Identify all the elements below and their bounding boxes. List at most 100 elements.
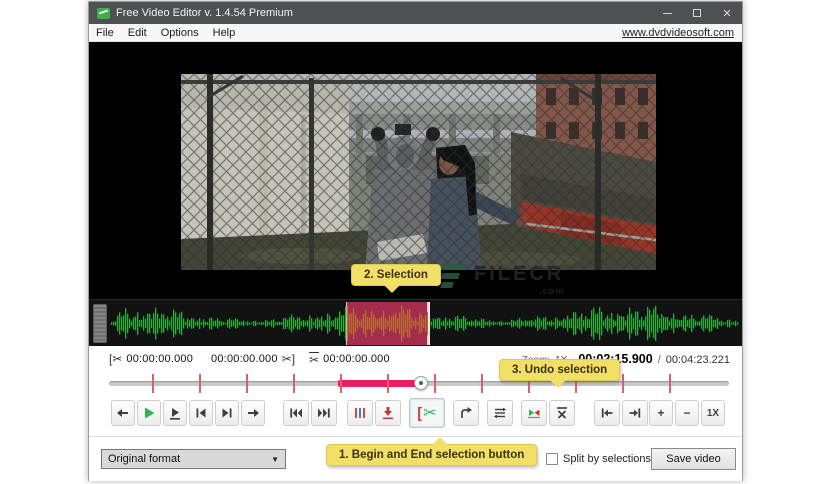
timeline-tick bbox=[246, 374, 249, 393]
app-icon bbox=[97, 7, 110, 19]
undo-selection-button[interactable] bbox=[549, 400, 575, 426]
play-icon bbox=[145, 407, 155, 419]
menu-file[interactable]: File bbox=[89, 27, 121, 39]
maximize-button[interactable] bbox=[682, 2, 712, 24]
tag-bars-icon bbox=[355, 408, 365, 418]
maximize-icon bbox=[693, 9, 701, 17]
scissors-icon: ✂ bbox=[423, 405, 437, 422]
menu-edit[interactable]: Edit bbox=[121, 27, 154, 39]
adjust-settings-button[interactable] bbox=[487, 400, 513, 426]
filecr-logo-icon bbox=[440, 264, 468, 290]
output-format-select[interactable]: Original format ▼ bbox=[101, 449, 286, 469]
menu-bar: File Edit Options Help www.dvdvideosoft.… bbox=[89, 24, 742, 42]
selection-bracket-icon: [ bbox=[417, 404, 423, 422]
menu-help[interactable]: Help bbox=[206, 27, 243, 39]
previous-edge-button[interactable] bbox=[594, 400, 620, 426]
begin-end-selection-button[interactable]: [✂ bbox=[409, 398, 445, 428]
time-divider: / bbox=[657, 354, 661, 366]
checkbox-box-icon bbox=[546, 453, 558, 465]
timeline-tick bbox=[293, 374, 296, 393]
watermark-domain: .com bbox=[539, 286, 565, 296]
plus-icon: + bbox=[657, 406, 665, 420]
step-back-button[interactable] bbox=[111, 400, 135, 426]
add-tag-button[interactable] bbox=[375, 400, 401, 426]
filecr-watermark: FILECR .com bbox=[440, 263, 565, 296]
chevron-down-icon: ▼ bbox=[271, 454, 279, 464]
selection-begin-icon: [✂ bbox=[109, 352, 123, 366]
title-bar: Free Video Editor v. 1.4.54 Premium ✕ bbox=[89, 2, 742, 24]
timeline-slider bbox=[89, 372, 742, 396]
skip-start-icon bbox=[290, 408, 302, 418]
skip-end-icon bbox=[318, 408, 330, 418]
cut-position-icon: ✂ bbox=[309, 351, 320, 367]
next-edge-button[interactable] bbox=[622, 400, 648, 426]
timeline-tick bbox=[481, 374, 483, 393]
arrow-to-end-icon bbox=[629, 408, 641, 418]
video-preview-area: FILECR .com bbox=[89, 42, 742, 299]
split-by-selections-label: Split by selections bbox=[563, 453, 652, 465]
cut-position-time: 00:00:00.000 bbox=[323, 353, 390, 365]
jump-to-start-button[interactable] bbox=[283, 400, 309, 426]
window-title: Free Video Editor v. 1.4.54 Premium bbox=[116, 7, 293, 19]
x-overline-icon bbox=[557, 407, 567, 419]
waveform-strip[interactable] bbox=[89, 299, 742, 346]
waveform-box[interactable] bbox=[109, 302, 739, 345]
audio-waveform bbox=[111, 305, 739, 342]
goto-selection-button[interactable] bbox=[453, 400, 479, 426]
split-by-selections-checkbox[interactable]: Split by selections bbox=[546, 453, 651, 465]
waveform-scroll-grip[interactable] bbox=[93, 304, 107, 343]
callout-selection: 2. Selection bbox=[351, 264, 441, 293]
timecode-row: [✂ 00:00:00.000 00:00:00.000 ✂] ✂ 00:00:… bbox=[89, 346, 742, 372]
previous-frame-button[interactable] bbox=[189, 400, 213, 426]
close-button[interactable]: ✕ bbox=[712, 2, 742, 24]
menu-options[interactable]: Options bbox=[154, 27, 206, 39]
app-window: Free Video Editor v. 1.4.54 Premium ✕ Fi… bbox=[88, 1, 743, 481]
prev-frame-icon bbox=[196, 408, 206, 418]
selection-begin-time: 00:00:00.000 bbox=[126, 353, 194, 365]
jump-to-end-button[interactable] bbox=[311, 400, 337, 426]
callout-undo-selection: 3. Undo selection bbox=[499, 359, 621, 388]
arrow-left-icon bbox=[117, 409, 128, 417]
timeline-tick bbox=[433, 374, 436, 393]
next-frame-button[interactable] bbox=[215, 400, 239, 426]
green-red-triangles-icon bbox=[528, 409, 540, 419]
video-scene bbox=[181, 74, 656, 270]
slider-selection-bar[interactable] bbox=[338, 380, 421, 387]
save-video-button[interactable]: Save video bbox=[651, 448, 736, 470]
total-time: 00:04:23.221 bbox=[665, 354, 730, 366]
timeline-tick bbox=[386, 374, 389, 393]
waveform-playhead[interactable] bbox=[427, 302, 430, 345]
selection-end-time: 00:00:00.000 bbox=[211, 353, 278, 365]
close-icon: ✕ bbox=[722, 7, 732, 20]
next-frame-icon bbox=[222, 408, 232, 418]
website-link[interactable]: www.dvdvideosoft.com bbox=[622, 27, 734, 39]
step-forward-button[interactable] bbox=[241, 400, 265, 426]
tags-button[interactable] bbox=[347, 400, 373, 426]
minus-icon: − bbox=[683, 406, 691, 420]
play-underline-icon bbox=[170, 408, 180, 420]
minimize-button[interactable] bbox=[652, 2, 682, 24]
zoom-out-button[interactable]: − bbox=[675, 400, 699, 426]
arrow-to-start-icon bbox=[601, 408, 613, 418]
arrow-right-icon bbox=[248, 409, 259, 417]
minimize-icon bbox=[662, 12, 672, 14]
timeline-tick bbox=[151, 374, 154, 393]
invert-selection-button[interactable] bbox=[521, 400, 547, 426]
zoom-scale-label: 1X bbox=[706, 407, 720, 419]
output-format-value: Original format bbox=[108, 453, 181, 465]
slider-thumb[interactable] bbox=[413, 376, 428, 390]
zoom-in-button[interactable]: + bbox=[649, 400, 673, 426]
video-frame bbox=[181, 74, 656, 270]
timeline-tick bbox=[621, 374, 624, 393]
timeline-tick bbox=[340, 374, 343, 393]
turn-up-arrow-icon bbox=[461, 407, 472, 418]
timeline-tick bbox=[198, 374, 201, 393]
red-down-arrow-icon bbox=[383, 407, 393, 420]
selection-end-icon: ✂] bbox=[281, 352, 296, 366]
timeline-tick bbox=[668, 374, 671, 393]
watermark-brand: FILECR bbox=[474, 263, 565, 285]
zoom-scale-button[interactable]: 1X bbox=[701, 400, 725, 426]
play-button[interactable] bbox=[137, 400, 161, 426]
play-from-cursor-button[interactable] bbox=[163, 400, 187, 426]
toolbar: [✂ + − 1X bbox=[89, 396, 742, 432]
